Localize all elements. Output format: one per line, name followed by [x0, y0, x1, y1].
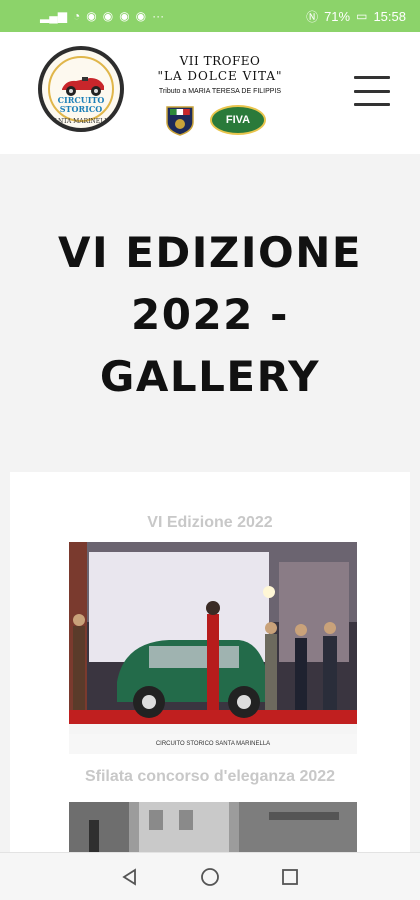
site-logo[interactable]: CIRCUITO STORICO SANTA MARINELLA [38, 46, 124, 132]
app-icon: ◉ [135, 9, 147, 23]
app-icon: ◉ [119, 9, 130, 23]
trophy-tribute: Tributo a MARIA TERESA DE FILIPPIS [158, 88, 282, 95]
logo-subtext: SANTA MARINELLA [49, 118, 113, 125]
photo-sponsor-banner: CIRCUITO STORICO SANTA MARINELLA [69, 734, 357, 754]
logo-text: CIRCUITO STORICO [57, 95, 105, 114]
gallery-card: VI Edizione 2022 CIRCUITO STORICO SANTA … [10, 472, 410, 852]
home-circle-icon[interactable] [199, 866, 221, 888]
gallery-photo-second[interactable] [69, 802, 357, 852]
status-right: Ⓝ 71% ▭ 15:58 [306, 8, 406, 25]
more-icon: ··· [152, 9, 165, 23]
whatsapp-icon: ◉ [102, 9, 114, 23]
sponsor-badges: FIVA [164, 104, 266, 136]
back-triangle-icon[interactable] [119, 866, 141, 888]
nfc-icon: Ⓝ [306, 9, 319, 24]
signal-icon: ▂▄▆ [40, 9, 67, 23]
battery-icon: ▭ [356, 9, 368, 23]
status-left-icons: ▂▄▆ ◔ ◉ ◉ ◉ ◉ ··· [40, 9, 164, 23]
menu-line [354, 76, 390, 79]
clock: 15:58 [373, 8, 406, 24]
menu-line [354, 103, 390, 106]
gallery-section: VI Edizione 2022 CIRCUITO STORICO SANTA … [0, 472, 420, 852]
photo-caption: Sfilata concorso d'eleganza 2022 [84, 768, 336, 785]
photo-vintage-car-stage [69, 542, 357, 754]
battery-percent: 71% [324, 8, 351, 24]
gallery-photo-elegance[interactable] [69, 542, 357, 754]
status-bar: ▂▄▆ ◔ ◉ ◉ ◉ ◉ ··· Ⓝ 71% ▭ 15:58 [0, 0, 420, 32]
photo-street-bw [69, 802, 357, 852]
trophy-line2: "LA DOLCE VITA" [157, 69, 283, 83]
recents-square-icon[interactable] [279, 866, 301, 888]
wifi-icon: ◔ [72, 9, 81, 23]
fiva-badge: FIVA [210, 105, 266, 135]
gallery-title: VI Edizione 2022 [147, 514, 273, 531]
hamburger-menu-icon[interactable] [354, 76, 390, 106]
android-nav-bar [0, 852, 420, 900]
whatsapp-icon: ◉ [86, 9, 97, 23]
trophy-line1: VII TROFEO [179, 54, 261, 68]
asi-shield-icon [166, 106, 194, 136]
event-title: VII TROFEO "LA DOLCE VITA" Tributo a MAR… [140, 54, 300, 95]
hero-section: VI EDIZIONE 2022 - GALLERY [0, 154, 420, 472]
site-header: CIRCUITO STORICO SANTA MARINELLA VII TRO… [0, 32, 420, 154]
page-title: VI EDIZIONE 2022 - GALLERY [57, 228, 363, 401]
menu-line [354, 89, 390, 93]
